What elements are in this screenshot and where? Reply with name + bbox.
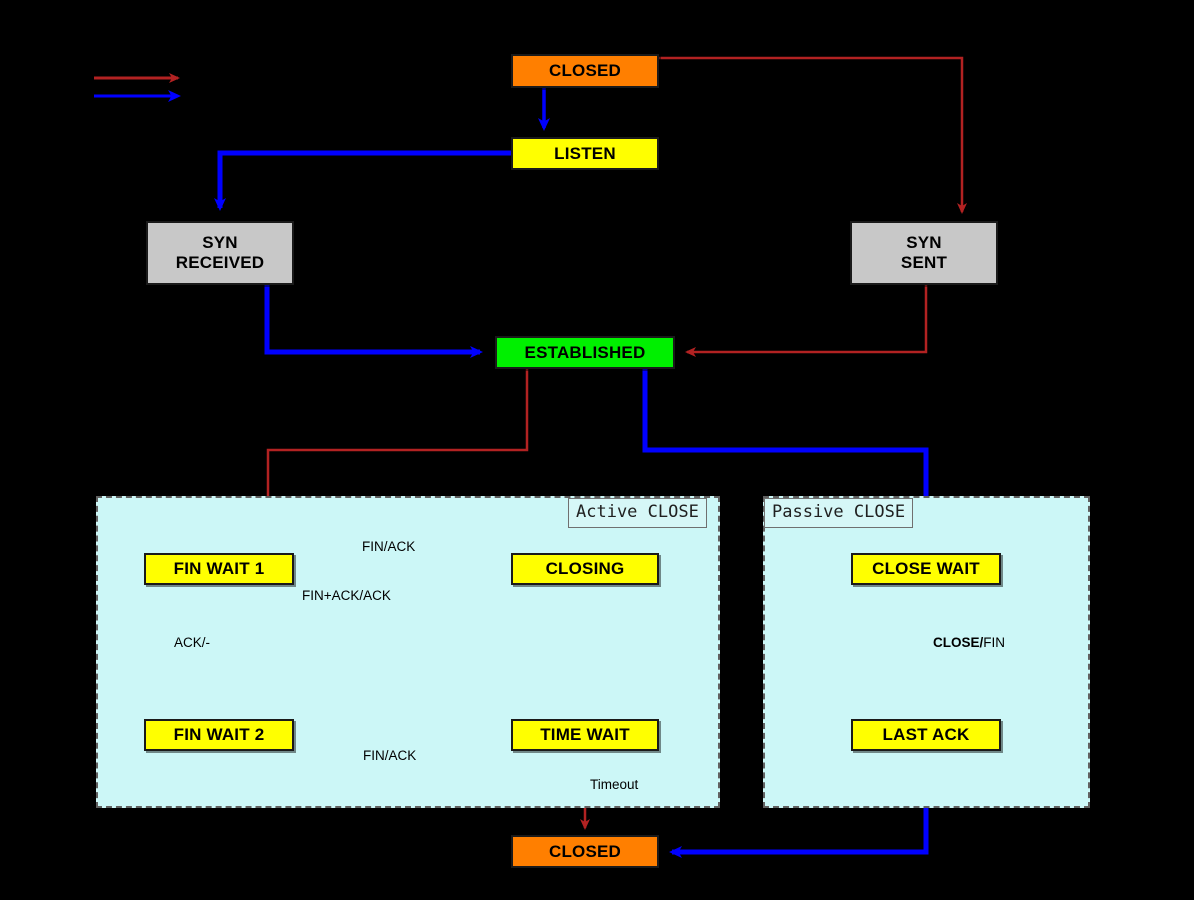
edge-label-close-fin-action: FIN: [983, 635, 1006, 650]
edge-label-fin-ack-top: FIN/ACK: [362, 539, 416, 554]
state-closing[interactable]: CLOSING: [511, 553, 659, 585]
edge-label-close-fin: CLOSE/FIN: [933, 636, 1005, 650]
edge-label-close-fin-event: CLOSE/: [933, 635, 984, 650]
edge-listen-to-syn-received: [214, 150, 511, 211]
region-label-passive-close: Passive CLOSE: [764, 498, 914, 528]
region-passive-close: [763, 496, 1090, 808]
state-fin-wait-2[interactable]: FIN WAIT 2: [144, 719, 294, 751]
edge-syn-sent-to-established: [685, 285, 928, 357]
edge-label-timeout: Timeout: [590, 777, 639, 792]
state-closed-bottom[interactable]: CLOSED: [511, 835, 659, 868]
state-syn-received[interactable]: SYN RECEIVED: [146, 221, 294, 285]
tcp-state-diagram: Active CLOSE Passive CLOSE CLOSED LISTEN…: [0, 0, 1194, 900]
edge-label-fin-ack-bottom: FIN/ACK: [363, 748, 417, 763]
state-last-ack[interactable]: LAST ACK: [851, 719, 1001, 751]
state-fin-wait-1[interactable]: FIN WAIT 1: [144, 553, 294, 585]
state-listen[interactable]: LISTEN: [511, 137, 659, 170]
state-close-wait[interactable]: CLOSE WAIT: [851, 553, 1001, 585]
edge-label-fin-plus-ack-ack: FIN+ACK/ACK: [302, 588, 391, 603]
state-closed-top[interactable]: CLOSED: [511, 54, 659, 88]
edge-label-ack-dash: ACK/-: [174, 635, 211, 650]
state-time-wait[interactable]: TIME WAIT: [511, 719, 659, 751]
edge-syn-received-to-established: [264, 285, 483, 358]
edge-closed-to-syn-sent: [659, 56, 967, 214]
region-label-active-close: Active CLOSE: [568, 498, 707, 528]
state-established[interactable]: ESTABLISHED: [495, 336, 675, 369]
state-syn-sent[interactable]: SYN SENT: [850, 221, 998, 285]
